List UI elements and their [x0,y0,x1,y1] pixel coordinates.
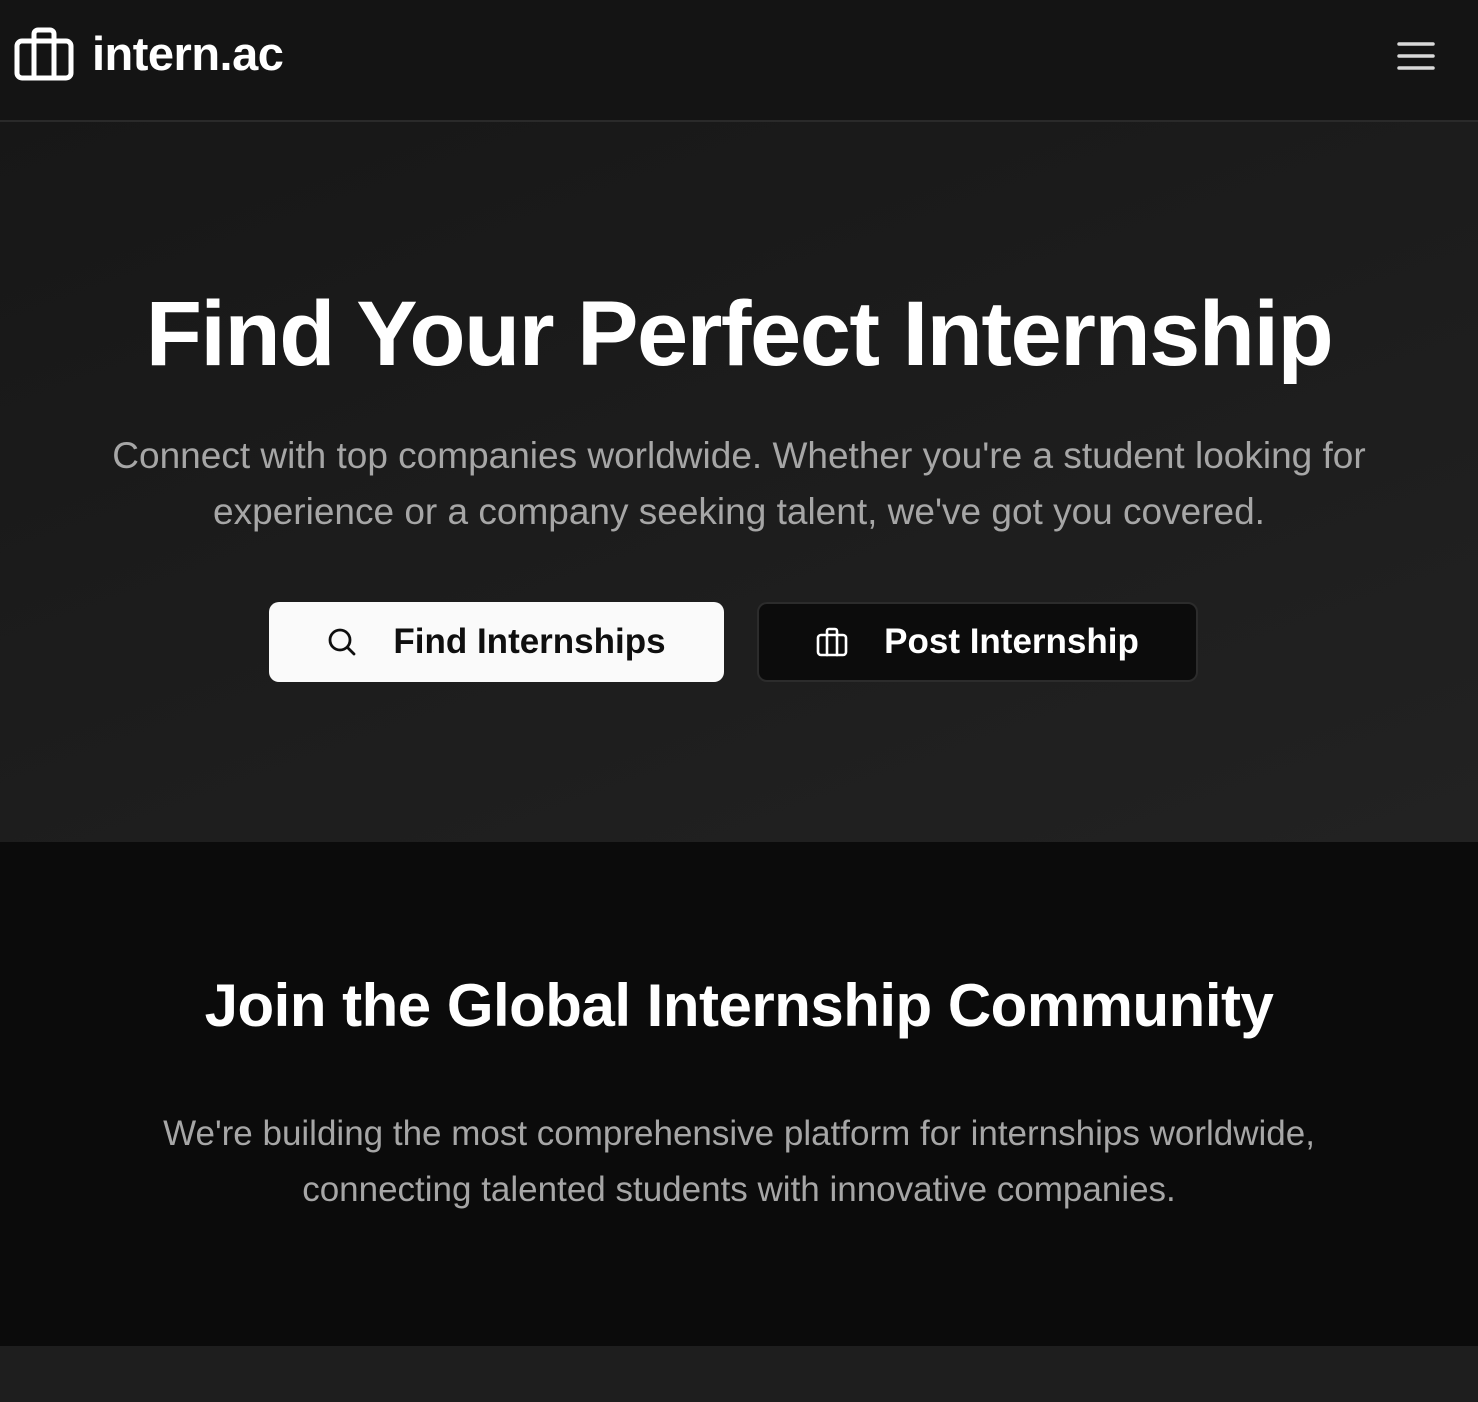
hero-title: Find Your Perfect Internship [145,283,1334,385]
briefcase-icon [816,627,848,657]
search-icon [327,627,357,657]
community-section: Join the Global Internship Community We'… [0,842,1478,1346]
hero-section: Find Your Perfect Internship Connect wit… [0,122,1478,842]
find-internships-button[interactable]: Find Internships [269,602,724,682]
next-section-strip [0,1346,1478,1402]
site-header: intern.ac [0,0,1478,122]
find-internships-label: Find Internships [393,622,666,661]
logo-text: intern.ac [92,27,284,80]
hero-subtitle: Connect with top companies worldwide. Wh… [112,435,1366,532]
community-title: Join the Global Internship Community [204,972,1274,1039]
menu-button[interactable] [1388,32,1444,80]
briefcase-icon [14,27,74,81]
post-internship-button[interactable]: Post Internship [757,602,1198,682]
community-text: We're building the most comprehensive pl… [163,1114,1315,1209]
logo-link[interactable]: intern.ac [14,26,284,82]
hamburger-menu-icon [1397,42,1435,70]
post-internship-label: Post Internship [884,622,1139,661]
